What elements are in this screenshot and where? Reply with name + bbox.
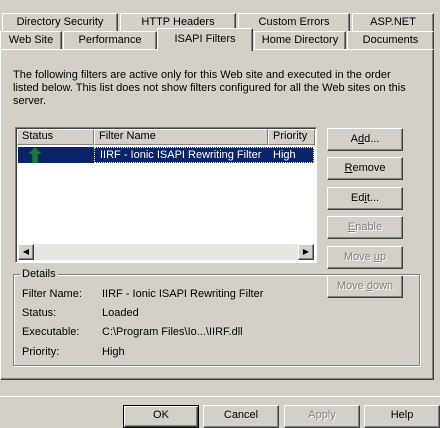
edit-button[interactable]: Edit...	[327, 187, 403, 210]
scroll-left-button[interactable]: ◀	[18, 244, 34, 260]
move-up-button[interactable]: Move up	[327, 246, 403, 269]
tab-label: ISAPI Filters	[174, 33, 236, 45]
cancel-button[interactable]: Cancel	[203, 405, 279, 428]
tab-custom-errors[interactable]: Custom Errors	[238, 13, 350, 31]
ok-button[interactable]: OK	[123, 405, 199, 428]
tab-label: Documents	[362, 34, 419, 46]
description-text: The following filters are active only fo…	[13, 69, 406, 107]
enable-button[interactable]: Enable	[327, 216, 403, 239]
focus-rectangle	[94, 147, 314, 163]
filter-name-value: IIRF - Ionic ISAPI Rewriting Filter	[102, 288, 264, 300]
tab-performance[interactable]: Performance	[63, 31, 157, 49]
column-header-filter-name[interactable]: Filter Name	[94, 129, 268, 145]
tab-label: ASP.NET	[370, 16, 416, 28]
tab-directory-security[interactable]: Directory Security	[2, 13, 118, 31]
column-header-priority[interactable]: Priority	[268, 129, 315, 145]
tab-aspnet[interactable]: ASP.NET	[352, 13, 434, 31]
priority-label: Priority:	[22, 346, 60, 358]
apply-button[interactable]: Apply	[284, 405, 360, 428]
executable-value: C:\Program Files\Io...\IIRF.dll	[102, 326, 243, 338]
status-value: Loaded	[102, 307, 139, 319]
horizontal-scrollbar[interactable]: ◀ ▶	[18, 244, 314, 260]
table-row[interactable]: IIRF - Ionic ISAPI Rewriting Filter High	[18, 146, 314, 164]
remove-button[interactable]: Remove	[327, 157, 403, 180]
green-up-arrow-icon	[27, 146, 43, 164]
tab-web-site[interactable]: Web Site	[0, 31, 62, 49]
status-label: Status:	[22, 307, 57, 319]
separator	[0, 396, 440, 397]
tab-isapi-filters[interactable]: ISAPI Filters	[157, 28, 253, 51]
scroll-right-button[interactable]: ▶	[298, 244, 314, 260]
add-button[interactable]: Add...	[327, 128, 403, 151]
tab-documents[interactable]: Documents	[347, 31, 434, 49]
help-button[interactable]: Help	[364, 405, 440, 428]
filters-list[interactable]: Status Filter Name Priority IIRF - Ionic…	[15, 127, 317, 263]
triangle-right-icon: ▶	[302, 247, 310, 256]
priority-value: High	[102, 346, 125, 358]
filter-name-label: Filter Name:	[22, 288, 82, 300]
executable-label: Executable:	[22, 326, 80, 338]
details-legend: Details	[20, 267, 58, 281]
tab-home-directory[interactable]: Home Directory	[254, 31, 346, 49]
triangle-left-icon: ◀	[22, 247, 30, 256]
tab-label: Home Directory	[261, 34, 339, 46]
tab-label: Web Site	[8, 34, 54, 46]
tab-label: Performance	[78, 34, 142, 46]
tab-label: HTTP Headers	[141, 16, 215, 28]
tab-label: Directory Security	[16, 16, 104, 28]
tab-label: Custom Errors	[258, 16, 330, 28]
column-header-status[interactable]: Status	[17, 129, 94, 145]
